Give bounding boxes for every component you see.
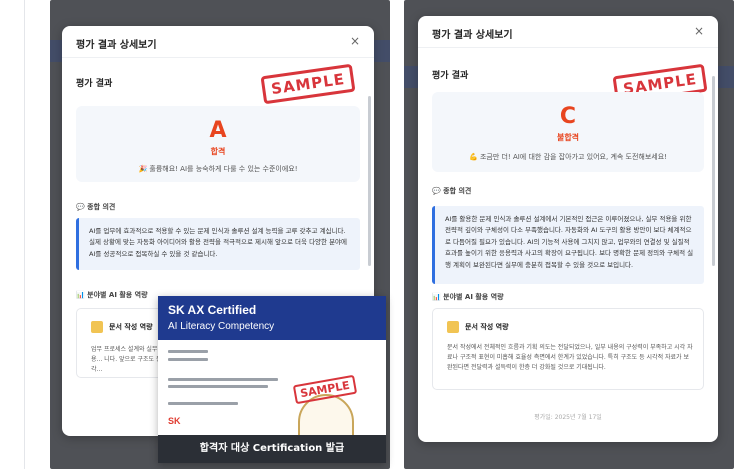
grade-label: 합격 — [210, 147, 226, 156]
grade-panel: C 불합격 💪 조금만 더! AI에 대한 감을 잡아가고 있어요, 계속 도전… — [432, 92, 704, 172]
sample-stamp: SAMPLE — [260, 63, 356, 105]
competency-description: 문서 작성에서 전체적인 흐름과 기획 의도는 전달되었으나, 일부 내용의 구… — [447, 344, 693, 372]
certificate-preview: SK AX Certified AI Literacy Competency S… — [158, 296, 386, 463]
comment-section-title: 💬 종합 의견 — [432, 187, 472, 195]
modal-header: 평가 결과 상세보기 × — [62, 26, 374, 58]
grade-letter: C — [559, 104, 577, 129]
result-section-title: 평가 결과 — [432, 71, 469, 81]
certificate-body: SAMPLE SK — [158, 340, 386, 458]
comment-section-title: 💬 종합 의견 — [76, 203, 116, 211]
certification-banner: 합격자 대상 Certification 발급 — [158, 435, 386, 463]
screenshot-stage: 평가 결과 상세보기 × 평가 결과 SAMPLE A 합격 🎉 훌륭해요! A… — [0, 0, 736, 469]
page-divider — [24, 0, 25, 469]
modal-title: 평가 결과 상세보기 — [76, 40, 157, 51]
pencil-icon — [447, 321, 459, 333]
modal-scrollbar[interactable] — [368, 96, 371, 266]
grade-panel: A 합격 🎉 훌륭해요! AI를 능숙하게 다룰 수 있는 수준이에요! — [76, 106, 360, 182]
grade-letter: A — [209, 118, 227, 143]
sk-logo: SK — [168, 416, 181, 426]
certificate-text-line — [168, 358, 208, 361]
competency-section-title: 📊 분야별 AI 활용 역량 — [76, 291, 148, 299]
certificate-text-line — [168, 402, 238, 405]
certificate-text-line — [168, 385, 268, 388]
modal-scrollbar[interactable] — [712, 76, 715, 266]
modal-title: 평가 결과 상세보기 — [432, 30, 513, 41]
competency-section-title: 📊 분야별 AI 활용 역량 — [432, 293, 504, 301]
certificate-subtitle: AI Literacy Competency — [168, 321, 275, 332]
competency-card: 문서 작성 역량 문서 작성에서 전체적인 흐름과 기획 의도는 전달되었으나,… — [432, 308, 704, 390]
certificate-title: SK AX Certified — [168, 303, 257, 317]
grade-label: 불합격 — [556, 133, 580, 142]
grade-message: 🎉 훌륭해요! AI를 능숙하게 다룰 수 있는 수준이에요! — [138, 165, 298, 173]
grade-message: 💪 조금만 더! AI에 대한 감을 잡아가고 있어요, 계속 도전해보세요! — [469, 153, 667, 161]
comment-box: AI를 활용한 문제 인식과 솔루션 설계에서 기본적인 접근은 이루어졌으나,… — [432, 206, 704, 284]
competency-name: 문서 작성 역량 — [465, 323, 509, 331]
pencil-icon — [91, 321, 103, 333]
modal-header: 평가 결과 상세보기 × — [418, 16, 718, 48]
page-left-rail — [0, 0, 50, 469]
result-detail-modal-fail: 평가 결과 상세보기 × 평가 결과 SAMPLE C 불합격 💪 조금만 더!… — [418, 16, 718, 442]
close-icon[interactable]: × — [694, 24, 704, 38]
certificate-header: SK AX Certified AI Literacy Competency — [158, 296, 386, 340]
certificate-text-line — [168, 378, 278, 381]
competency-name: 문서 작성 역량 — [109, 323, 153, 331]
close-icon[interactable]: × — [350, 34, 360, 48]
result-section-title: 평가 결과 — [76, 79, 113, 89]
evaluation-date: 평가일: 2025년 7월 17일 — [534, 414, 602, 421]
comment-box: AI를 업무에 효과적으로 적용할 수 있는 문제 인식과 솔루션 설계 능력을… — [76, 218, 360, 270]
certificate-text-line — [168, 350, 208, 353]
